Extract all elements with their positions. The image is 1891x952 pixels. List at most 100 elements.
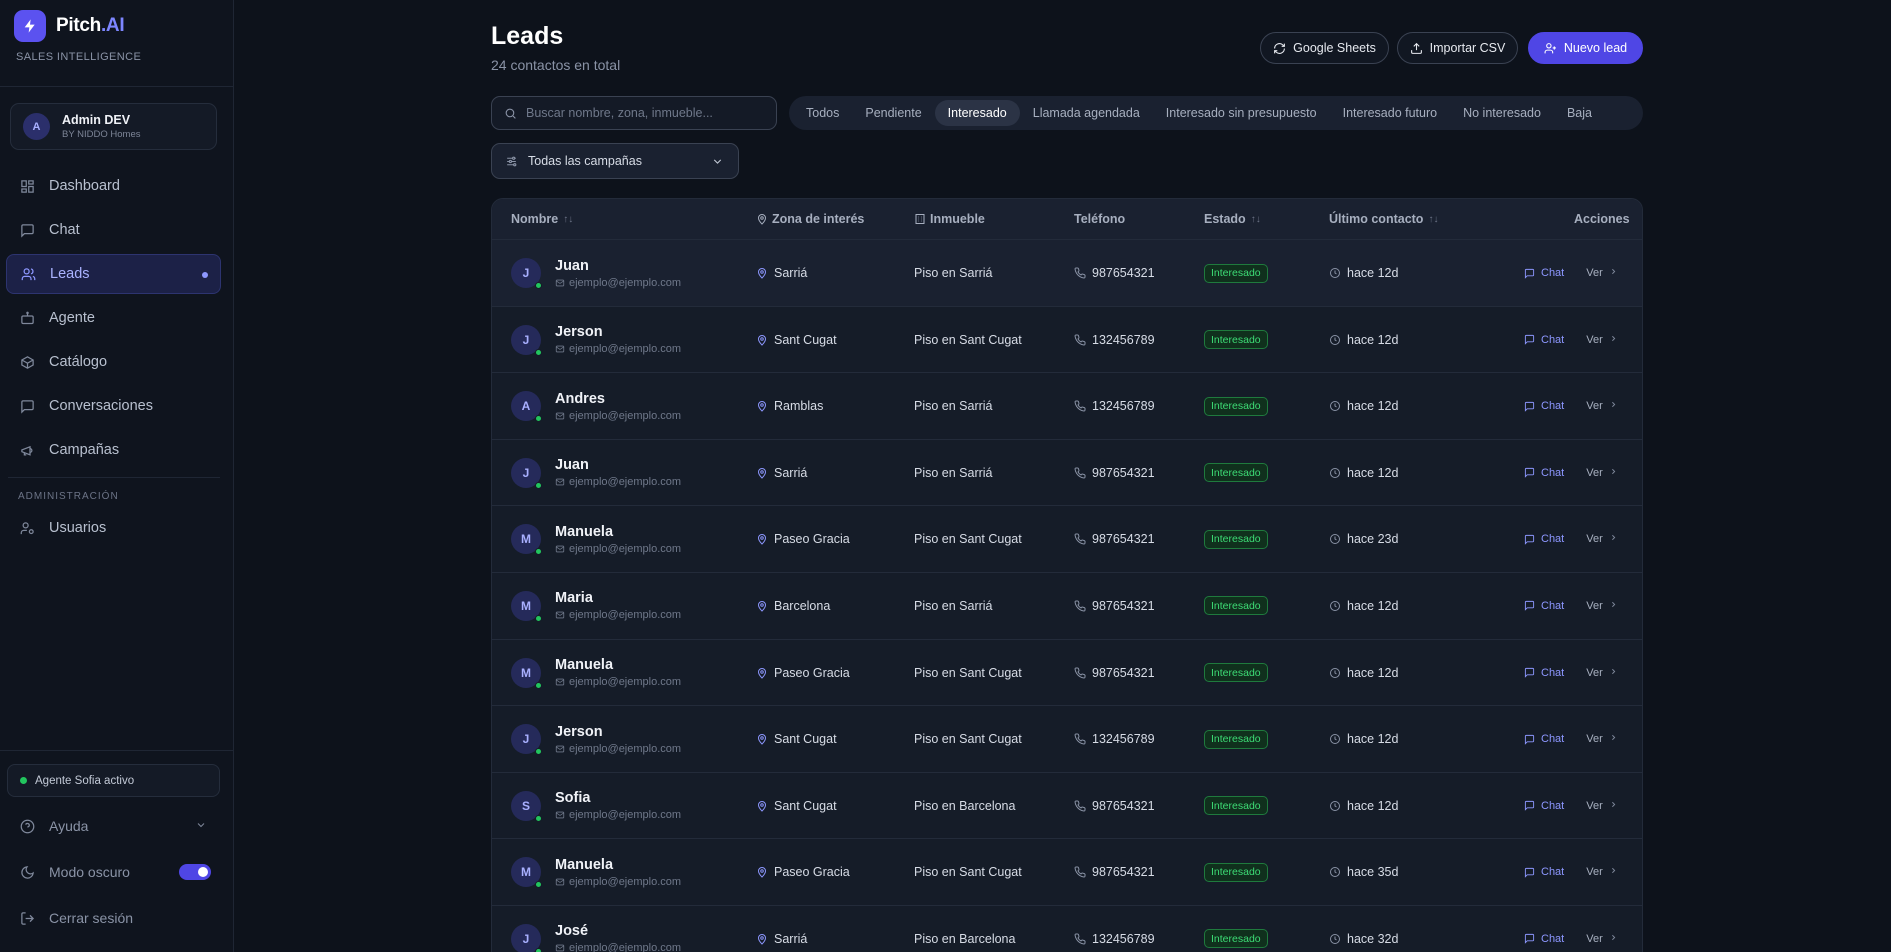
table-row[interactable]: J Jerson ejemplo@ejemplo.com Sant Cugat … (492, 706, 1642, 773)
sidebar-item-catalogo[interactable]: Catálogo (6, 342, 221, 382)
new-lead-button[interactable]: Nuevo lead (1528, 32, 1643, 64)
message-icon (1524, 467, 1535, 479)
dark-mode-row: Modo oscuro (19, 864, 211, 880)
view-button[interactable]: Ver (1586, 267, 1618, 279)
view-button[interactable]: Ver (1586, 600, 1618, 612)
chat-button[interactable]: Chat (1524, 267, 1564, 279)
brand[interactable]: Pitch.AI (14, 10, 125, 42)
chat-button[interactable]: Chat (1524, 933, 1564, 945)
view-button[interactable]: Ver (1586, 933, 1618, 945)
table-row[interactable]: S Sofia ejemplo@ejemplo.com Sant Cugat P… (492, 773, 1642, 840)
search-box (491, 96, 777, 130)
import-csv-button[interactable]: Importar CSV (1397, 32, 1518, 64)
lead-name: Andres (555, 390, 605, 407)
chat-button[interactable]: Chat (1524, 334, 1564, 346)
lead-email: ejemplo@ejemplo.com (555, 609, 681, 621)
table-row[interactable]: J Jerson ejemplo@ejemplo.com Sant Cugat … (492, 307, 1642, 374)
phone-icon (1074, 334, 1086, 346)
chat-button[interactable]: Chat (1524, 866, 1564, 878)
lead-phone: 987654321 (1074, 240, 1155, 306)
chevron-right-icon (1609, 800, 1618, 812)
view-button[interactable]: Ver (1586, 533, 1618, 545)
lead-phone: 132456789 (1074, 307, 1155, 373)
view-button[interactable]: Ver (1586, 866, 1618, 878)
chat-button[interactable]: Chat (1524, 667, 1564, 679)
megaphone-icon (19, 442, 35, 458)
table-row[interactable]: A Andres ejemplo@ejemplo.com Ramblas Pis… (492, 373, 1642, 440)
tab-todos[interactable]: Todos (793, 100, 852, 126)
search-icon (504, 107, 517, 120)
chat-button[interactable]: Chat (1524, 733, 1564, 745)
table-row[interactable]: J Juan ejemplo@ejemplo.com Sarriá Piso e… (492, 440, 1642, 507)
clock-icon (1329, 866, 1341, 878)
tab-no-interesado[interactable]: No interesado (1450, 100, 1554, 126)
help-label: Ayuda (49, 818, 89, 834)
view-button[interactable]: Ver (1586, 334, 1618, 346)
google-sheets-button[interactable]: Google Sheets (1260, 32, 1389, 64)
admin-nav: Usuarios (6, 508, 221, 552)
lead-last-contact: hace 12d (1329, 307, 1398, 373)
table-row[interactable]: J José ejemplo@ejemplo.com Sarriá Piso e… (492, 906, 1642, 952)
help-menu[interactable]: Ayuda (19, 818, 209, 834)
column-header-zone: Zona de interés (756, 212, 864, 226)
tab-llamada-agendada[interactable]: Llamada agendada (1020, 100, 1153, 126)
tab-interesado[interactable]: Interesado (934, 100, 1020, 126)
divider (0, 86, 234, 87)
lead-property: Piso en Sant Cugat (914, 732, 1022, 747)
campaign-select[interactable]: Todas las campañas (491, 143, 739, 179)
table-row[interactable]: M Maria ejemplo@ejemplo.com Barcelona Pi… (492, 573, 1642, 640)
chevron-right-icon (1609, 866, 1618, 878)
column-header-last-contact[interactable]: Último contacto ↑↓ (1329, 212, 1438, 226)
sidebar-item-usuarios[interactable]: Usuarios (6, 508, 221, 548)
status-badge: Interesado (1204, 596, 1268, 616)
dark-mode-toggle[interactable] (179, 864, 211, 880)
view-button[interactable]: Ver (1586, 467, 1618, 479)
logout-button[interactable]: Cerrar sesión (19, 910, 209, 926)
clock-icon (1329, 800, 1341, 812)
sidebar-item-chat[interactable]: Chat (6, 210, 221, 250)
chat-button[interactable]: Chat (1524, 800, 1564, 812)
status-dot-icon (20, 777, 27, 784)
lead-email: ejemplo@ejemplo.com (555, 410, 681, 422)
lead-name: Jerson (555, 324, 603, 341)
chat-button[interactable]: Chat (1524, 400, 1564, 412)
lead-zone: Sant Cugat (756, 773, 837, 839)
view-button[interactable]: Ver (1586, 733, 1618, 745)
mail-icon (555, 744, 565, 754)
lead-last-contact: hace 12d (1329, 373, 1398, 439)
lead-email: ejemplo@ejemplo.com (555, 476, 681, 488)
sidebar-item-conversaciones[interactable]: Conversaciones (6, 386, 221, 426)
chat-button[interactable]: Chat (1524, 533, 1564, 545)
table-row[interactable]: M Manuela ejemplo@ejemplo.com Paseo Grac… (492, 640, 1642, 707)
lead-last-contact: hace 12d (1329, 440, 1398, 506)
leads-table: Nombre ↑↓ Zona de interés Inmueble Teléfo… (491, 198, 1643, 952)
view-button[interactable]: Ver (1586, 667, 1618, 679)
view-button[interactable]: Ver (1586, 800, 1618, 812)
view-button[interactable]: Ver (1586, 400, 1618, 412)
mail-icon (555, 411, 565, 421)
sidebar-item-campanas[interactable]: Campañas (6, 430, 221, 470)
chat-button[interactable]: Chat (1524, 600, 1564, 612)
table-row[interactable]: M Manuela ejemplo@ejemplo.com Paseo Grac… (492, 506, 1642, 573)
message-icon (1524, 734, 1535, 745)
lead-name: Juan (555, 257, 589, 274)
sidebar-item-agente[interactable]: Agente (6, 298, 221, 338)
sidebar-item-leads[interactable]: Leads (6, 254, 221, 294)
tab-baja[interactable]: Baja (1554, 100, 1605, 126)
status-badge: Interesado (1204, 529, 1268, 549)
divider (0, 750, 234, 751)
user-card[interactable]: A Admin DEV BY NIDDO Homes (10, 103, 217, 150)
chat-button[interactable]: Chat (1524, 467, 1564, 479)
status-tabs: Todos Pendiente Interesado Llamada agend… (789, 96, 1643, 130)
user-org: BY NIDDO Homes (62, 129, 141, 140)
table-row[interactable]: M Manuela ejemplo@ejemplo.com Paseo Grac… (492, 839, 1642, 906)
lead-phone: 987654321 (1074, 506, 1155, 572)
search-input[interactable] (526, 106, 766, 120)
column-header-status[interactable]: Estado ↑↓ (1204, 212, 1261, 226)
sidebar-item-dashboard[interactable]: Dashboard (6, 166, 221, 206)
column-header-name[interactable]: Nombre ↑↓ (511, 212, 573, 226)
tab-interesado-sin-presupuesto[interactable]: Interesado sin presupuesto (1153, 100, 1330, 126)
tab-interesado-futuro[interactable]: Interesado futuro (1330, 100, 1451, 126)
tab-pendiente[interactable]: Pendiente (852, 100, 934, 126)
table-row[interactable]: J Juan ejemplo@ejemplo.com Sarriá Piso e… (492, 240, 1642, 307)
